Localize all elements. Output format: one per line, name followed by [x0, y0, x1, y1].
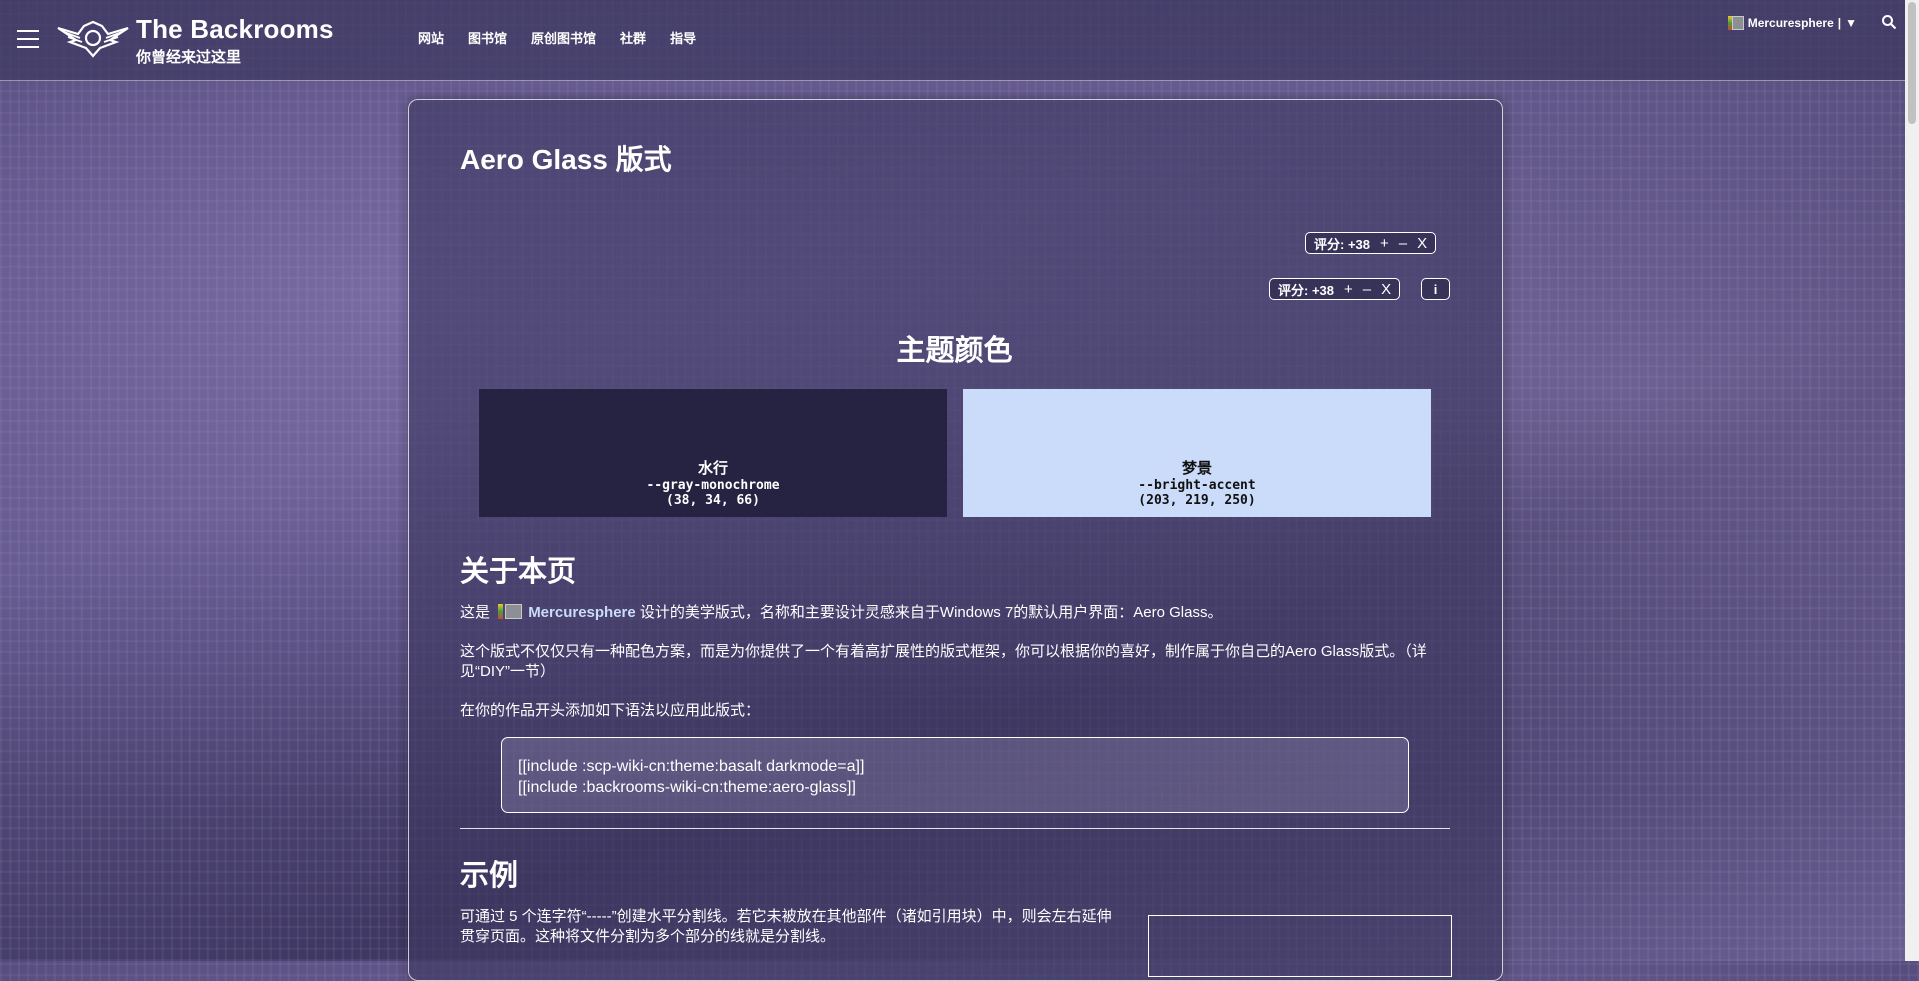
swatch-rgb: (38, 34, 66)	[666, 493, 760, 508]
swatch-variable: --gray-monochrome	[646, 478, 780, 493]
horizontal-divider	[460, 828, 1450, 829]
rating-label: 评分: +38	[1314, 236, 1370, 252]
nav-item-original-library[interactable]: 原创图书馆	[531, 28, 596, 47]
rating-widget-secondary: 评分: +38 + – X	[1269, 278, 1401, 300]
nav-item-guide[interactable]: 指导	[670, 28, 696, 47]
info-button[interactable]: i	[1421, 278, 1450, 300]
rate-cancel-button[interactable]: X	[1417, 235, 1427, 252]
example-heading: 示例	[460, 860, 519, 892]
about-p1-prefix: 这是	[460, 604, 491, 621]
scrollbar[interactable]	[1905, 0, 1919, 961]
color-swatch-bright-accent: 梦景 --bright-accent (203, 219, 250)	[963, 389, 1431, 517]
rate-down-button[interactable]: –	[1399, 235, 1407, 252]
top-bar: The Backrooms 你曾经来过这里 网站 图书馆 原创图书馆 社群 指导…	[0, 0, 1905, 81]
user-name[interactable]: Mercuresphere	[1748, 16, 1834, 30]
swatch-name: 水行	[697, 460, 728, 477]
author-link[interactable]: Mercuresphere	[528, 604, 636, 621]
nav-item-community[interactable]: 社群	[620, 28, 646, 47]
rate-down-button[interactable]: –	[1363, 281, 1371, 298]
nav-item-site[interactable]: 网站	[418, 28, 444, 47]
theme-colors-heading: 主题颜色	[896, 335, 1013, 367]
rating-label: 评分: +38	[1278, 282, 1334, 298]
rate-up-button[interactable]: +	[1380, 235, 1389, 252]
code-line: [[include :backrooms-wiki-cn:theme:aero-…	[518, 779, 856, 796]
code-block: [[include :scp-wiki-cn:theme:basalt dark…	[501, 737, 1409, 813]
about-paragraph-3: 在你的作品开头添加如下语法以应用此版式：	[460, 702, 761, 719]
chevron-down-icon[interactable]: ▼	[1845, 16, 1857, 30]
top-nav: 网站 图书馆 原创图书馆 社群 指导	[418, 28, 696, 47]
nav-item-library[interactable]: 图书馆	[468, 28, 507, 47]
site-subtitle: 你曾经来过这里	[136, 49, 242, 66]
user-avatar-icon	[498, 604, 523, 619]
scrollbar-thumb[interactable]	[1908, 2, 1916, 124]
user-menu[interactable]: Mercuresphere | ▼	[1727, 16, 1857, 30]
swatch-rgb: (203, 219, 250)	[1138, 493, 1256, 508]
search-icon[interactable]	[1881, 14, 1897, 30]
site-title[interactable]: The Backrooms	[136, 14, 334, 45]
about-heading: 关于本页	[460, 556, 577, 588]
backrooms-logo-icon[interactable]	[56, 18, 130, 58]
about-p1-suffix: 设计的美学版式，名称和主要设计灵感来自于Windows 7的默认用户界面：Aer…	[639, 604, 1223, 621]
page-title: Aero Glass 版式	[460, 144, 672, 175]
rating-widget: 评分: +38 + – X	[1305, 232, 1437, 254]
example-box	[1148, 915, 1452, 977]
swatch-variable: --bright-accent	[1138, 478, 1256, 493]
color-swatch-gray-monochrome: 水行 --gray-monochrome (38, 34, 66)	[479, 389, 947, 517]
swatch-name: 梦景	[1181, 460, 1212, 477]
rate-cancel-button[interactable]: X	[1381, 281, 1391, 298]
about-paragraph-2: 这个版式不仅仅只有一种配色方案，而是为你提供了一个有着高扩展性的版式框架，你可以…	[460, 643, 1427, 680]
example-paragraph: 可通过 5 个连字符“-----”创建水平分割线。若它未被放在其他部件（诸如引用…	[460, 908, 1112, 945]
about-paragraph-1: 这是 Mercuresphere 设计的美学版式，名称和主要设计灵感来自于Win…	[460, 603, 1440, 623]
rate-up-button[interactable]: +	[1344, 281, 1353, 298]
code-line: [[include :scp-wiki-cn:theme:basalt dark…	[518, 758, 865, 775]
menu-icon[interactable]	[17, 30, 39, 48]
user-separator: |	[1837, 16, 1842, 30]
user-avatar-icon	[1727, 16, 1744, 30]
